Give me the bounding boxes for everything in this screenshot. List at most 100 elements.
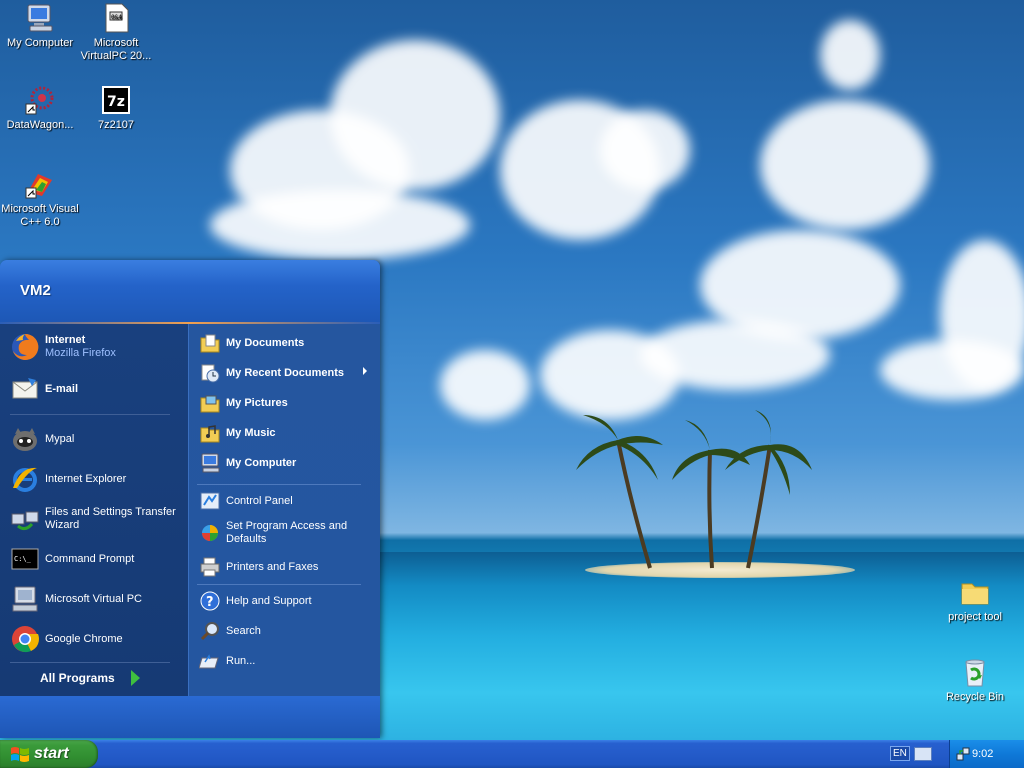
virtual-pc-icon	[12, 586, 38, 612]
chrome-icon	[12, 626, 39, 653]
my-computer-icon	[27, 4, 53, 32]
program-virtual-pc[interactable]: Microsoft Virtual PC	[10, 584, 142, 614]
keyboard-icon[interactable]	[914, 747, 932, 761]
program-mypal-label: Mypal	[45, 432, 75, 445]
windows-flag-icon	[11, 747, 29, 762]
start-menu-footer	[0, 696, 380, 738]
cloud	[330, 40, 500, 190]
cloud	[600, 110, 690, 190]
program-command-prompt-label: Command Prompt	[45, 552, 135, 565]
pinned-email-label: E-mail	[45, 382, 79, 395]
transfer-wizard-icon	[11, 511, 39, 531]
help-icon: ?	[200, 591, 220, 611]
place-my-documents-label: My Documents	[226, 336, 305, 349]
all-programs-separator	[10, 662, 170, 663]
all-programs-label: All Programs	[40, 671, 115, 685]
start-menu: VM2 Internet Mozilla Firefox E-mail Mypa…	[0, 260, 380, 738]
system-tray: 9:02	[949, 740, 1024, 768]
desktop-icon-project-tool[interactable]: project tool	[935, 576, 1015, 624]
sevenzip-icon: 7z	[102, 86, 130, 114]
place-my-recent-documents[interactable]: My Recent Documents	[199, 362, 375, 384]
start-button-label: start	[34, 745, 69, 762]
pinned-email[interactable]: E-mail	[10, 374, 78, 404]
settings-separator	[197, 584, 361, 585]
program-transfer-wizard-label: Files and Settings Transfer Wizard	[45, 506, 176, 531]
control-panel-icon	[200, 492, 220, 510]
green-arrow-icon	[130, 670, 140, 686]
desktop-icon-my-computer[interactable]: My Computer	[0, 2, 80, 50]
user-name: VM2	[20, 282, 51, 299]
place-my-computer[interactable]: My Computer	[199, 452, 375, 474]
all-programs-button[interactable]: All Programs	[40, 670, 140, 686]
place-my-music[interactable]: My Music	[199, 422, 375, 444]
tool-help-support-label: Help and Support	[226, 594, 312, 607]
program-google-chrome-label: Google Chrome	[45, 632, 123, 645]
tool-help-support[interactable]: ? Help and Support	[199, 590, 375, 612]
program-command-prompt[interactable]: C:\_ Command Prompt	[10, 544, 134, 574]
cloud	[880, 340, 1024, 400]
program-internet-explorer[interactable]: Internet Explorer	[10, 464, 126, 494]
my-computer-icon	[201, 453, 220, 473]
cloud	[760, 100, 930, 230]
setting-control-panel-label: Control Panel	[226, 494, 293, 507]
cloud	[440, 350, 530, 420]
place-my-documents[interactable]: My Documents	[199, 332, 375, 354]
mypal-icon	[13, 428, 37, 451]
desktop-icon-visual-cpp[interactable]: Microsoft Visual C++ 6.0	[0, 168, 80, 229]
tool-run[interactable]: Run...	[199, 650, 375, 672]
start-menu-left-pane: Internet Mozilla Firefox E-mail Mypal In…	[0, 324, 188, 696]
desktop-icon-label: project tool	[948, 611, 1002, 623]
setting-program-access-label: Set Program Access and Defaults	[226, 520, 348, 545]
place-my-pictures[interactable]: My Pictures	[199, 392, 375, 414]
network-icon[interactable]	[956, 746, 970, 762]
cloud	[640, 320, 830, 390]
setting-program-access[interactable]: Set Program Access and Defaults	[199, 520, 375, 546]
visual-cpp-icon	[25, 174, 52, 199]
desktop-icon-recycle-bin[interactable]: Recycle Bin	[935, 656, 1015, 704]
recent-documents-icon	[201, 364, 220, 383]
program-internet-explorer-label: Internet Explorer	[45, 472, 127, 485]
datawagon-icon	[25, 86, 54, 115]
start-menu-header: VM2	[0, 260, 380, 324]
svg-text:?: ?	[206, 595, 214, 610]
folder-icon	[961, 583, 989, 605]
run-icon	[199, 654, 219, 669]
cloud	[210, 190, 470, 260]
palm-trees	[576, 410, 812, 569]
language-indicator[interactable]: EN	[890, 746, 910, 761]
program-transfer-wizard[interactable]: Files and Settings Transfer Wizard	[10, 504, 185, 534]
desktop-icon-label: Recycle Bin	[945, 691, 1005, 703]
setting-printers-faxes-label: Printers and Faxes	[226, 560, 319, 573]
place-my-computer-label: My Computer	[226, 456, 297, 469]
program-google-chrome[interactable]: Google Chrome	[10, 624, 123, 654]
tool-run-label: Run...	[226, 654, 256, 667]
svg-text:0&4: 0&4	[111, 14, 122, 21]
search-icon	[200, 622, 219, 641]
setting-control-panel[interactable]: Control Panel	[199, 490, 375, 512]
my-documents-icon	[200, 334, 220, 353]
start-menu-right-pane: My Documents My Recent Documents My Pict…	[188, 324, 380, 696]
start-button[interactable]: start	[0, 740, 98, 768]
printer-icon	[200, 557, 220, 577]
program-mypal[interactable]: Mypal	[10, 424, 74, 454]
pinned-internet[interactable]: Internet Mozilla Firefox	[10, 332, 116, 362]
clock[interactable]: 9:02	[972, 748, 993, 760]
setting-printers-faxes[interactable]: Printers and Faxes	[199, 556, 375, 578]
desktop-icon-datawagon[interactable]: DataWagon...	[0, 84, 80, 132]
desktop-icon-label: Microsoft Visual C++ 6.0	[1, 203, 79, 228]
desktop-icon-virtualpc-file[interactable]: 0&4 Microsoft VirtualPC 20...	[76, 2, 156, 63]
desktop-icon-7z2107[interactable]: 7z 7z2107	[76, 84, 156, 132]
cloud	[820, 20, 880, 90]
pinned-internet-label: Internet	[45, 334, 86, 346]
desktop-icon-label: 7z2107	[97, 119, 135, 131]
recycle-bin-icon	[965, 659, 985, 687]
firefox-icon	[12, 333, 39, 360]
tool-search[interactable]: Search	[199, 620, 375, 642]
svg-text:C:\_: C:\_	[14, 555, 32, 563]
desktop-icon-label: Microsoft VirtualPC 20...	[80, 37, 152, 62]
my-music-icon	[200, 425, 220, 443]
pinned-separator	[10, 414, 170, 415]
desktop-icon-label: My Computer	[6, 37, 74, 49]
internet-explorer-icon	[13, 467, 37, 492]
program-virtual-pc-label: Microsoft Virtual PC	[45, 592, 142, 605]
